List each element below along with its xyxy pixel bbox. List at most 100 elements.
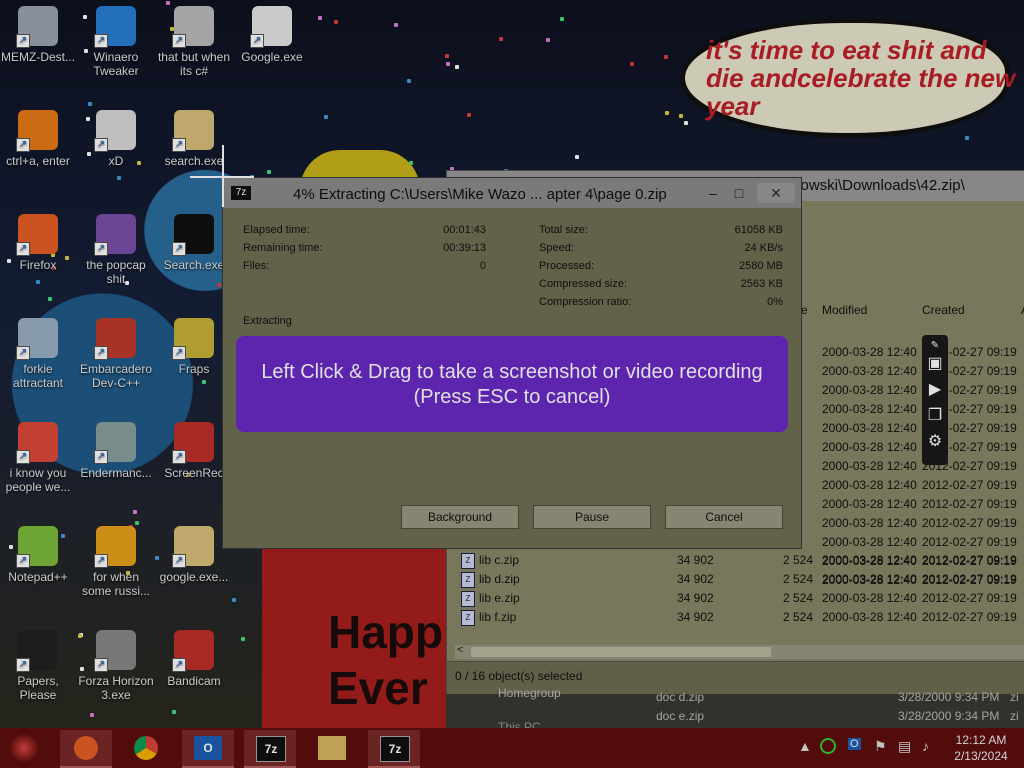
scroll-left-icon[interactable]: < [457,644,463,656]
file-name: lib e.zip [479,591,520,606]
pause-button[interactable]: Pause [533,505,651,529]
close-icon[interactable]: ✕ [757,183,795,203]
explorer-path: zowski\Downloads\42.zip\ [793,177,965,194]
desktop-icon[interactable]: ↗ google.exe... [156,526,232,584]
camera-icon[interactable]: ▣ [926,355,944,373]
modified-cell: 2000-03-28 12:40 [822,364,917,378]
stack-icon: ↗ [172,6,214,48]
taskbar-outlook[interactable]: O [182,730,234,768]
confetti-dot [48,296,53,301]
taskbar: O 7z 7z ▲ O ⚑ ▤ ♪ 12:12 AM 2/13/2024 [0,728,1024,768]
desktop-icon[interactable]: ↗ Embarcadero Dev-C++ [78,318,154,390]
explorer-icon [318,736,346,760]
taskbar-7zip[interactable]: 7z [244,730,296,768]
dialog-title: 4% Extracting C:\Users\Mike Wazo ... apt… [293,186,667,203]
modified-cell: 2000-03-28 12:40 [822,478,917,492]
taskbar-explorer[interactable] [306,730,358,766]
taskbar-firefox[interactable] [60,730,112,768]
desktop-icon[interactable]: ↗ Google.exe [234,6,310,64]
confetti-dot [545,37,550,42]
file-name: lib c.zip [479,553,520,568]
shortcut-arrow-icon: ↗ [16,242,30,256]
desktop-icon[interactable]: ↗ Fraps [156,318,232,376]
shortcut-arrow-icon: ↗ [16,34,30,48]
stat-label: Total size: [539,224,588,236]
scrollbar-thumb[interactable] [471,647,771,657]
file-name: doc d.zip [656,690,705,704]
confetti-dot [575,155,580,160]
background-button[interactable]: Background [401,505,519,529]
shortcut-arrow-icon: ↗ [94,450,108,464]
desktop-icon[interactable]: ↗ Endermanc... [78,422,154,480]
taskbar-7zip-2[interactable]: 7z [368,730,420,768]
desktop-icon[interactable]: ↗ that but when its c# [156,6,232,78]
desktop-icon[interactable]: ↗ Papers, Please [0,630,76,702]
confetti-dot [133,510,138,515]
modified-cell: 2000-03-28 12:40 [822,459,917,473]
homegroup-label[interactable]: Homegroup [498,686,561,700]
cancel-button[interactable]: Cancel [665,505,783,529]
flag-icon[interactable]: ⚑ [874,738,887,755]
confetti-dot [630,62,635,67]
dialog-title-bar[interactable]: 7z 4% Extracting C:\Users\Mike Wazo ... … [223,178,801,208]
volume-icon[interactable]: ♪ [922,738,929,754]
created-cell: 2012-02-27 09:19 [922,516,1017,530]
desktop-icon-label: Embarcadero Dev-C++ [79,362,153,390]
system-clock[interactable]: 12:12 AM 2/13/2024 [950,732,1012,764]
confetti-dot [444,54,449,59]
start-orb-icon[interactable] [10,734,38,762]
desktop-icon[interactable]: ↗ the popcap shit [78,214,154,286]
tray-overflow-icon[interactable]: ▲ [798,738,812,754]
taskbar-chrome[interactable] [120,730,172,766]
minimize-icon[interactable]: – [701,183,725,203]
desktop-icon[interactable]: ↗ xD [78,110,154,168]
gear-icon[interactable]: ⚙ [926,433,944,451]
desktop-icon[interactable]: ↗ ScreenRec [156,422,232,480]
maximize-icon[interactable]: □ [727,183,751,203]
pin-icon[interactable]: ✎ [926,337,944,355]
packed-size-cell: 2 524 [783,553,814,567]
operation-label: Extracting [243,315,292,327]
column-created[interactable]: Created [922,303,965,317]
shortcut-arrow-icon: ↗ [16,554,30,568]
desktop-icon[interactable]: ↗ Forza Horizon 3.exe [78,630,154,702]
desktop-icon-label: the popcap shit [86,258,146,286]
confetti-dot [135,521,140,526]
tray-green-ring-icon[interactable] [820,738,836,754]
column-size-tail[interactable]: e [801,303,808,317]
confetti-dot [241,636,246,641]
file-name: doc e.zip [656,709,705,723]
desktop-icon[interactable]: ↗ Bandicam [156,630,232,688]
tray-outlook-icon[interactable]: O [848,738,861,750]
confetti-dot [407,78,412,83]
desktop-icon[interactable]: ↗ for when some russi... [78,526,154,598]
desktop-icon[interactable]: ↗ Firefox [0,214,76,272]
network-icon[interactable]: ▤ [898,738,911,755]
desktop-icon[interactable]: ↗ forkie attractant [0,318,76,390]
desktop-icon[interactable]: ↗ ctrl+a, enter [0,110,76,168]
shortcut-arrow-icon: ↗ [94,242,108,256]
desktop-icon[interactable]: ↗ MEMZ-Dest... [0,6,76,64]
file-name: lib d.zip [479,572,520,587]
table-row[interactable]: Zlib c.zip 34 902 2 524 2000-03-28 12:40 201… [459,551,1024,570]
video-camera-icon[interactable]: ▶ [926,381,944,399]
desktop-icon[interactable]: ↗ i know you people we... [0,422,76,494]
table-row[interactable]: Zlib d.zip 34 902 2 524 2000-03-28 12:40 201… [459,570,1024,589]
screenshot-overlay-banner: Left Click & Drag to take a screenshot o… [236,336,788,432]
confetti-dot [467,112,472,117]
desktop-icon-label: that but when its c# [157,50,231,78]
confetti-dot [498,37,503,42]
desktop-icon[interactable]: ↗ Search.exe [156,214,232,272]
table-row[interactable]: Zlib e.zip 34 902 2 524 2000-03-28 12:40 201… [459,589,1024,608]
file-date: 3/28/2000 9:34 PM [898,690,1000,704]
table-row[interactable]: Zlib f.zip 34 902 2 524 2000-03-28 12:40 201… [459,608,1024,627]
windows-icon[interactable]: ❐ [926,407,944,425]
desktop-icon[interactable]: ↗ search.exe [156,110,232,168]
confetti-dot [172,709,177,714]
shortcut-arrow-icon: ↗ [94,658,108,672]
column-modified[interactable]: Modified [822,303,867,317]
desktop-icon[interactable]: ↗ Winaero Tweaker [78,6,154,78]
horizontal-scrollbar[interactable]: < [455,644,1024,659]
desktop-icon[interactable]: ↗ Notepad++ [0,526,76,584]
modified-cell: 2000-03-28 12:40 [822,535,917,549]
